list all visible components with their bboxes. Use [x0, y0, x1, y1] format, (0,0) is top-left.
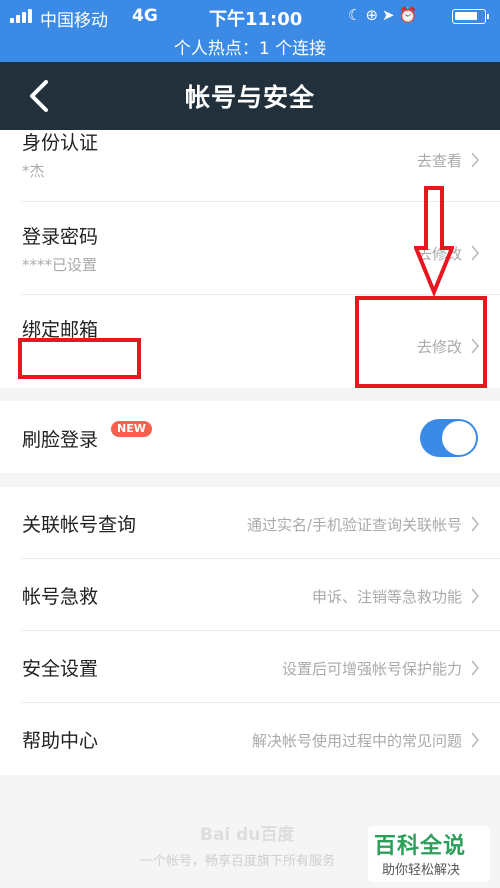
- annotation-box-action: [355, 296, 487, 388]
- chevron-right-icon: [470, 732, 480, 748]
- annotation-box-email: [18, 338, 141, 379]
- lock-rotation-icon: ⊕: [365, 6, 383, 24]
- moon-icon: ☾: [348, 6, 366, 24]
- chevron-right-icon: [470, 152, 480, 168]
- alarm-icon: ⏰: [398, 6, 422, 24]
- chevron-right-icon: [470, 516, 480, 532]
- row-label: 登录密码: [22, 226, 99, 248]
- watermark-subtitle: 助你轻松解决: [382, 863, 461, 878]
- row-label: 身份认证: [22, 132, 99, 154]
- row-security-settings[interactable]: 安全设置 设置后可增强帐号保护能力: [0, 631, 500, 703]
- row-account-rescue[interactable]: 帐号急救 申诉、注销等急救功能: [0, 559, 500, 631]
- row-label: 关联帐号查询: [22, 514, 137, 536]
- carrier-name: 中国移动: [40, 11, 108, 31]
- hotspot-banner[interactable]: 个人热点：1 个连接: [0, 34, 500, 59]
- row-linked-accounts[interactable]: 关联帐号查询 通过实名/手机验证查询关联帐号: [0, 487, 500, 559]
- watermark: 百科全说 助你轻松解决: [368, 826, 490, 882]
- page-title: 帐号与安全: [184, 83, 315, 112]
- row-action: 去查看: [416, 152, 462, 170]
- baidu-logo: Bai du百度: [200, 825, 295, 845]
- row-label: 安全设置: [22, 658, 99, 680]
- network-type: 4G: [132, 6, 158, 26]
- annotation-arrow-icon: [413, 186, 455, 298]
- chevron-right-icon: [470, 588, 480, 604]
- row-sub: ****已设置: [22, 256, 98, 274]
- signal-icon: [10, 9, 36, 23]
- watermark-title: 百科全说: [374, 834, 467, 859]
- face-login-toggle[interactable]: [420, 419, 478, 457]
- chevron-right-icon: [470, 660, 480, 676]
- status-bar: 中国移动 4G 下午11:00 ☾⊕➤⏰ 个人热点：1 个连接: [0, 0, 500, 62]
- more-card: 关联帐号查询 通过实名/手机验证查询关联帐号 帐号急救 申诉、注销等急救功能 安…: [0, 487, 500, 775]
- row-action: 解决帐号使用过程中的常见问题: [251, 732, 462, 750]
- row-action: 申诉、注销等急救功能: [311, 588, 462, 606]
- location-icon: ➤: [382, 6, 399, 24]
- row-sub: *杰: [22, 162, 45, 180]
- face-login-row[interactable]: 刷脸登录 NEW: [0, 401, 500, 473]
- status-time: 下午11:00: [209, 9, 303, 30]
- nav-bar: 帐号与安全: [0, 62, 500, 130]
- status-icons: ☾⊕➤⏰: [348, 6, 421, 24]
- face-login-label: 刷脸登录: [22, 429, 99, 451]
- footer-tagline: 一个帐号，畅享百度旗下所有服务: [140, 854, 336, 869]
- row-label: 帮助中心: [22, 730, 99, 752]
- battery-icon: [452, 9, 489, 24]
- row-label: 帐号急救: [22, 586, 99, 608]
- new-badge: NEW: [111, 421, 152, 437]
- chevron-right-icon: [470, 245, 480, 261]
- row-action: 通过实名/手机验证查询关联帐号: [246, 516, 462, 534]
- row-action: 设置后可增强帐号保护能力: [281, 660, 462, 678]
- row-help-center[interactable]: 帮助中心 解决帐号使用过程中的常见问题: [0, 703, 500, 775]
